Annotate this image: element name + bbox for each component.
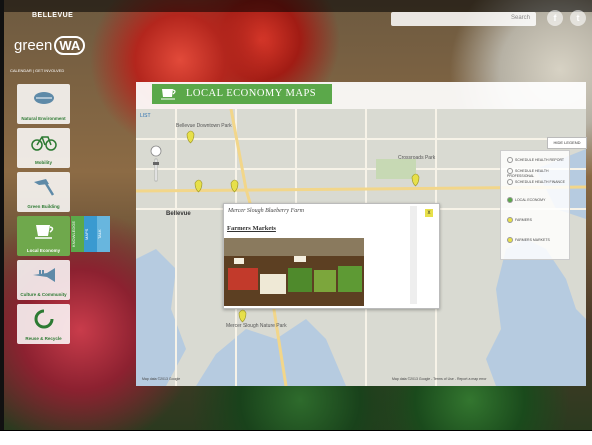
sidebar-item-label: Natural Environment	[21, 116, 66, 121]
tab-maps[interactable]: MAPS	[84, 216, 97, 252]
sidebar-item-culture-community[interactable]: Culture & Community	[17, 260, 70, 300]
legend-item[interactable]: SCHEDULE HEALTH FINANCE	[507, 179, 565, 185]
search-label: Search	[510, 15, 530, 21]
city-name: BELLEVUE	[32, 12, 74, 19]
legend-toggle[interactable]: HIDE LEGEND	[547, 137, 587, 149]
tab-knowledge[interactable]: KNOWLEDGE	[71, 216, 84, 252]
bicycle-icon	[31, 136, 57, 151]
legend-item[interactable]: SCHEDULE HEALTH REPORT	[507, 157, 564, 163]
sidebar-item-mobility[interactable]: Mobility	[17, 128, 70, 168]
sidebar-item-green-building[interactable]: Green Building	[17, 172, 70, 212]
cup-icon	[161, 89, 176, 100]
sidebar-item-label: Mobility	[35, 160, 52, 165]
map-place-label: Bellevue Downtown Park	[176, 123, 232, 129]
map-place-label: Crossroads Park	[398, 155, 436, 161]
window-edge	[0, 0, 4, 430]
logo-text: green	[14, 37, 53, 54]
popup-link[interactable]: Farmers Markets	[227, 225, 276, 232]
popup-scrollbar[interactable]	[410, 206, 417, 304]
map-place-label: Mercer Slough Nature Park	[226, 323, 287, 329]
leaf-icon	[34, 92, 54, 104]
sidebar-item-reuse-recycle[interactable]: Reuse & Recycle	[17, 304, 70, 344]
trumpet-icon	[33, 268, 55, 282]
hammer-icon	[34, 179, 55, 196]
top-bar	[0, 0, 592, 12]
page: BELLEVUE green WA CALENDAR | GET INVOLVE…	[0, 0, 592, 445]
twitter-icon[interactable]: t	[570, 10, 586, 26]
market-photo	[224, 238, 364, 306]
facebook-icon[interactable]: f	[547, 10, 563, 26]
sidebar-item-natural-environment[interactable]: Natural Environment	[17, 84, 70, 124]
page-title-text: LOCAL ECONOMY MAPS	[186, 88, 317, 99]
map-legend: SCHEDULE HEALTH REPORT SCHEDULE HEALTH P…	[500, 150, 570, 260]
map-footer-left: Map data ©2013 Google	[142, 377, 181, 381]
search-input[interactable]: Search	[391, 12, 536, 26]
sidebar-item-local-economy[interactable]: Local Economy	[17, 216, 70, 256]
sidebar-item-label: Culture & Community	[20, 292, 67, 297]
legend-item[interactable]: FARMERS	[507, 217, 532, 223]
tab-talk[interactable]: TALK	[97, 216, 110, 252]
sidebar-item-label: Reuse & Recycle	[25, 336, 62, 341]
legend-item[interactable]: FARMERS MARKETS	[507, 237, 550, 243]
zoom-control[interactable]	[150, 145, 162, 185]
subtab-strip: KNOWLEDGE MAPS TALK	[71, 216, 110, 252]
legend-item[interactable]: SCHEDULE HEALTH PROFESSIONAL	[507, 168, 569, 178]
map-list-toggle[interactable]: LIST	[140, 113, 151, 119]
legend-item[interactable]: LOCAL ECONOMY	[507, 197, 545, 203]
page-title: LOCAL ECONOMY MAPS	[152, 84, 332, 104]
popup-title: Mercer Slough Blueberry Farm	[228, 208, 304, 214]
logo-badge: WA	[54, 36, 86, 55]
close-icon[interactable]: x	[425, 209, 433, 217]
site-logo[interactable]: green WA	[14, 36, 86, 55]
bottom-strip	[0, 430, 592, 445]
sidebar-item-label: Local Economy	[26, 248, 61, 253]
top-links[interactable]: CALENDAR | GET INVOLVED	[10, 68, 64, 73]
cup-icon	[35, 225, 54, 239]
recycle-icon	[34, 309, 54, 329]
map-place-label: Bellevue	[166, 211, 191, 217]
sidebar-item-label: Green Building	[27, 204, 60, 209]
map-footer-right[interactable]: Map data ©2013 Google - Terms of Use - R…	[392, 377, 487, 381]
